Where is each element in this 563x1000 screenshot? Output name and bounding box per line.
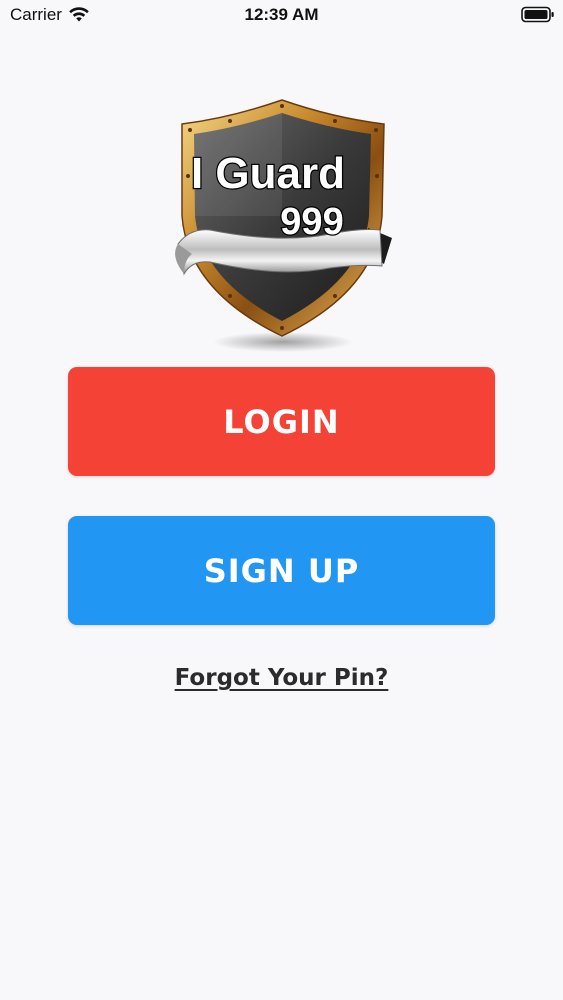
shield-logo: I Guard 999 [175,99,392,352]
status-bar: Carrier 12:39 AM [0,0,563,30]
signup-button[interactable]: SIGN UP [68,516,495,625]
login-button-label: LOGIN [223,402,340,441]
login-button[interactable]: LOGIN [68,367,495,476]
forgot-pin-container: Forgot Your Pin? [0,665,563,691]
clock: 12:39 AM [244,5,319,24]
logo-line-1: I Guard [191,149,345,198]
signup-button-label: SIGN UP [203,551,360,590]
logo-line-2: 999 [280,201,343,243]
forgot-pin-link[interactable]: Forgot Your Pin? [175,665,389,691]
battery-icon [521,6,554,23]
